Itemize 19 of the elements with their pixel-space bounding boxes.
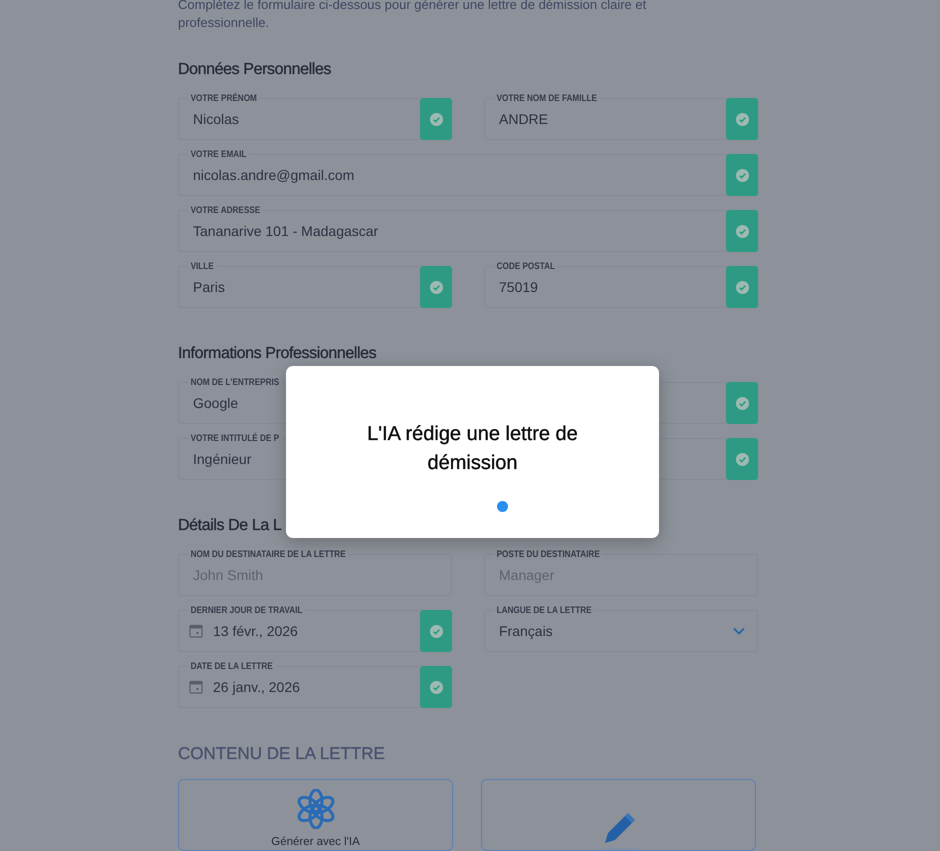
field-label: NOM DE L'ENTREPRIS [188, 377, 282, 388]
field-label: VOTRE ADRESSE [188, 205, 263, 216]
field-label: VILLE [188, 261, 216, 272]
field-label: DATE DE LA LETTRE [188, 661, 276, 672]
field-label: POSTE DU DESTINATAIRE [494, 549, 602, 560]
section-heading: Données Personnelles [178, 60, 332, 80]
field-label: NOM DU DESTINATAIRE DE LA LETTRE [188, 549, 348, 560]
option-label: Générer avec l'IA [271, 836, 360, 848]
field-label: VOTRE NOM DE FAMILLE [494, 93, 600, 104]
field-label: VOTRE EMAIL [188, 149, 249, 160]
section-heading: Détails De La L [178, 516, 282, 536]
dialog-title: L'IA rédige une lettre de démission [366, 422, 579, 476]
field-label: DERNIER JOUR DE TRAVAIL [188, 605, 305, 616]
field-label: CODE POSTAL [494, 261, 558, 272]
field-label: VOTRE PRÉNOM [188, 93, 260, 104]
section-heading: Informations Professionnelles [178, 344, 378, 364]
field-label: LANGUE DE LA LETTRE [494, 605, 594, 616]
section-heading: CONTENU DE LA LETTRE [178, 744, 386, 764]
field-label: VOTRE INTITULÉ DE P [188, 433, 282, 444]
